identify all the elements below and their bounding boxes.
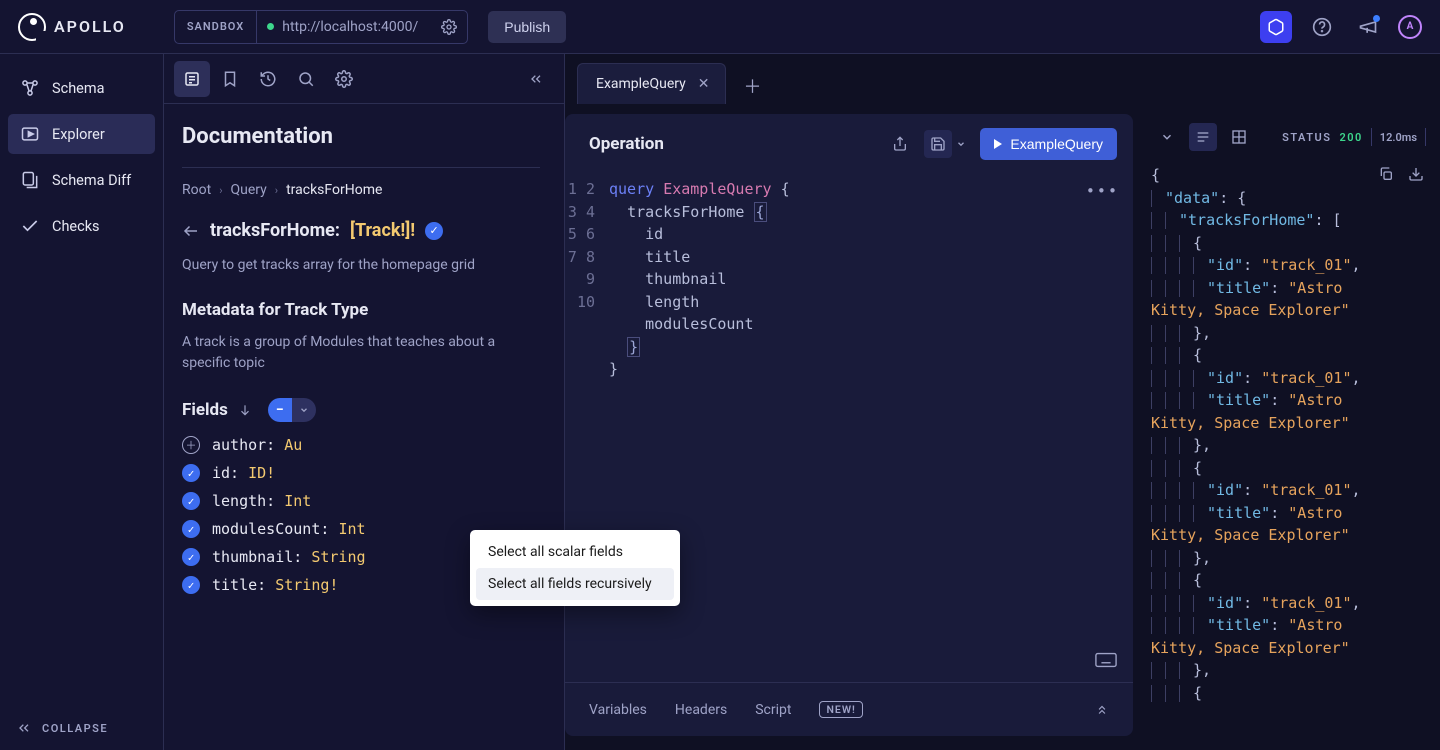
deselect-all-button[interactable]: − xyxy=(268,398,292,422)
user-avatar[interactable]: A xyxy=(1398,15,1422,39)
chevron-right-icon: › xyxy=(219,184,222,197)
keyboard-icon[interactable] xyxy=(1095,652,1117,668)
logo-icon xyxy=(18,13,46,41)
breadcrumb-current: tracksForHome xyxy=(286,182,382,198)
breadcrumb-root[interactable]: Root xyxy=(182,182,211,198)
add-tab-button[interactable]: ＋ xyxy=(734,68,770,104)
response-view-icon[interactable] xyxy=(1189,123,1217,151)
operation-panel: Operation ExampleQuery ••• 1 2 3 4 5 6 7… xyxy=(565,114,1133,736)
brand-logo: APOLLO xyxy=(18,13,126,41)
endpoint-url-input[interactable]: http://localhost:4000/ xyxy=(282,19,433,35)
close-tab-icon[interactable]: ✕ xyxy=(698,76,710,92)
add-field-icon[interactable]: ＋ xyxy=(182,436,200,454)
brand-text: APOLLO xyxy=(54,17,126,36)
search-icon[interactable] xyxy=(288,61,324,97)
dropdown-select-recursive[interactable]: Select all fields recursively xyxy=(476,568,674,600)
query-tabs: ExampleQuery ✕ ＋ xyxy=(565,54,1440,104)
select-options-dropdown-button[interactable] xyxy=(292,398,316,422)
sidebar: Schema Explorer Schema Diff Checks xyxy=(0,54,164,750)
sidebar-item-label: Schema Diff xyxy=(52,172,131,189)
tab-example-query[interactable]: ExampleQuery ✕ xyxy=(577,63,726,104)
docs-tab-icon[interactable] xyxy=(174,61,210,97)
sidebar-item-schema-diff[interactable]: Schema Diff xyxy=(8,160,155,200)
tab-headers[interactable]: Headers xyxy=(675,702,727,718)
dropdown-select-scalar[interactable]: Select all scalar fields xyxy=(476,536,674,568)
operation-bottom-tabs: Variables Headers Script NEW! xyxy=(565,682,1133,736)
collapse-label: COLLAPSE xyxy=(42,722,108,735)
chevron-double-left-icon xyxy=(16,720,32,736)
select-fields-dropdown: Select all scalar fields Select all fiel… xyxy=(470,530,680,606)
selected-check-icon[interactable]: ✓ xyxy=(425,222,443,240)
operation-title: Operation xyxy=(589,134,664,154)
sandbox-tag: SANDBOX xyxy=(175,11,257,43)
endpoint-settings-icon[interactable] xyxy=(441,19,457,35)
announcements-icon[interactable] xyxy=(1352,11,1384,43)
response-time: 12.0ms xyxy=(1380,131,1417,144)
collapse-docs-icon[interactable] xyxy=(518,61,554,97)
response-body[interactable]: { "data": { "tracksForHome": [ { "id": "… xyxy=(1147,160,1440,750)
field-row-author[interactable]: ＋ author: Au xyxy=(182,436,540,454)
save-icon[interactable] xyxy=(924,130,952,158)
metadata-description: A track is a group of Modules that teach… xyxy=(182,332,540,374)
app-header: APOLLO SANDBOX http://localhost:4000/ Pu… xyxy=(0,0,1440,54)
sidebar-item-explorer[interactable]: Explorer xyxy=(8,114,155,154)
explorer-icon xyxy=(20,124,40,144)
back-arrow-icon[interactable] xyxy=(182,222,200,240)
tab-script[interactable]: Script xyxy=(755,702,791,718)
response-panel: STATUS 200 12.0ms { "data": { "tracksFor… xyxy=(1147,114,1440,750)
sidebar-item-label: Explorer xyxy=(52,126,105,143)
studio-icon[interactable] xyxy=(1260,11,1292,43)
help-icon[interactable] xyxy=(1306,11,1338,43)
field-name-title: tracksForHome: xyxy=(210,220,340,241)
check-field-icon[interactable]: ✓ xyxy=(182,492,200,510)
collapse-sidebar-button[interactable]: COLLAPSE xyxy=(0,706,163,750)
check-field-icon[interactable]: ✓ xyxy=(182,548,200,566)
schema-icon xyxy=(20,78,40,98)
expand-up-icon[interactable] xyxy=(1095,703,1109,717)
diff-icon xyxy=(20,170,40,190)
status-code: 200 xyxy=(1339,131,1362,144)
metadata-title: Metadata for Track Type xyxy=(182,300,540,320)
editor-more-icving[interactable]: ••• xyxy=(1086,180,1119,203)
field-description: Query to get tracks array for the homepa… xyxy=(182,255,540,276)
settings-icon[interactable] xyxy=(326,61,362,97)
breadcrumb-query[interactable]: Query xyxy=(231,182,267,198)
chevron-down-icon[interactable] xyxy=(1153,123,1181,151)
check-field-icon[interactable]: ✓ xyxy=(182,464,200,482)
status-label: STATUS xyxy=(1282,131,1331,144)
field-type-title[interactable]: [Track!]! xyxy=(350,220,415,241)
sandbox-url-bar: SANDBOX http://localhost:4000/ xyxy=(174,10,468,44)
checks-icon xyxy=(20,216,40,236)
documentation-panel: Documentation Root › Query › tracksForHo… xyxy=(164,54,565,750)
history-icon[interactable] xyxy=(250,61,286,97)
table-view-icon[interactable] xyxy=(1225,123,1253,151)
fields-label: Fields xyxy=(182,400,228,420)
new-badge: NEW! xyxy=(819,701,862,718)
check-field-icon[interactable]: ✓ xyxy=(182,576,200,594)
share-icon[interactable] xyxy=(886,130,914,158)
sidebar-item-schema[interactable]: Schema xyxy=(8,68,155,108)
check-field-icon[interactable]: ✓ xyxy=(182,520,200,538)
breadcrumb: Root › Query › tracksForHome xyxy=(182,182,540,198)
publish-button[interactable]: Publish xyxy=(488,11,566,43)
field-row-length[interactable]: ✓ length: Int xyxy=(182,492,540,510)
run-query-button[interactable]: ExampleQuery xyxy=(980,128,1117,160)
sidebar-item-label: Schema xyxy=(52,80,104,97)
docs-heading: Documentation xyxy=(182,124,540,149)
download-icon[interactable] xyxy=(1408,166,1424,182)
copy-icon[interactable] xyxy=(1378,166,1394,182)
bookmark-icon[interactable] xyxy=(212,61,248,97)
tab-variables[interactable]: Variables xyxy=(589,702,647,718)
sort-arrow-icon[interactable] xyxy=(238,403,252,417)
save-dropdown-icon[interactable] xyxy=(952,130,970,158)
chevron-right-icon: › xyxy=(275,184,278,197)
field-row-id[interactable]: ✓ id: ID! xyxy=(182,464,540,482)
sidebar-item-label: Checks xyxy=(52,218,100,235)
connection-status-dot xyxy=(267,23,274,30)
notification-dot xyxy=(1373,15,1380,22)
play-icon xyxy=(994,139,1002,149)
run-button-label: ExampleQuery xyxy=(1010,136,1103,152)
sidebar-item-checks[interactable]: Checks xyxy=(8,206,155,246)
tab-label: ExampleQuery xyxy=(596,76,686,92)
